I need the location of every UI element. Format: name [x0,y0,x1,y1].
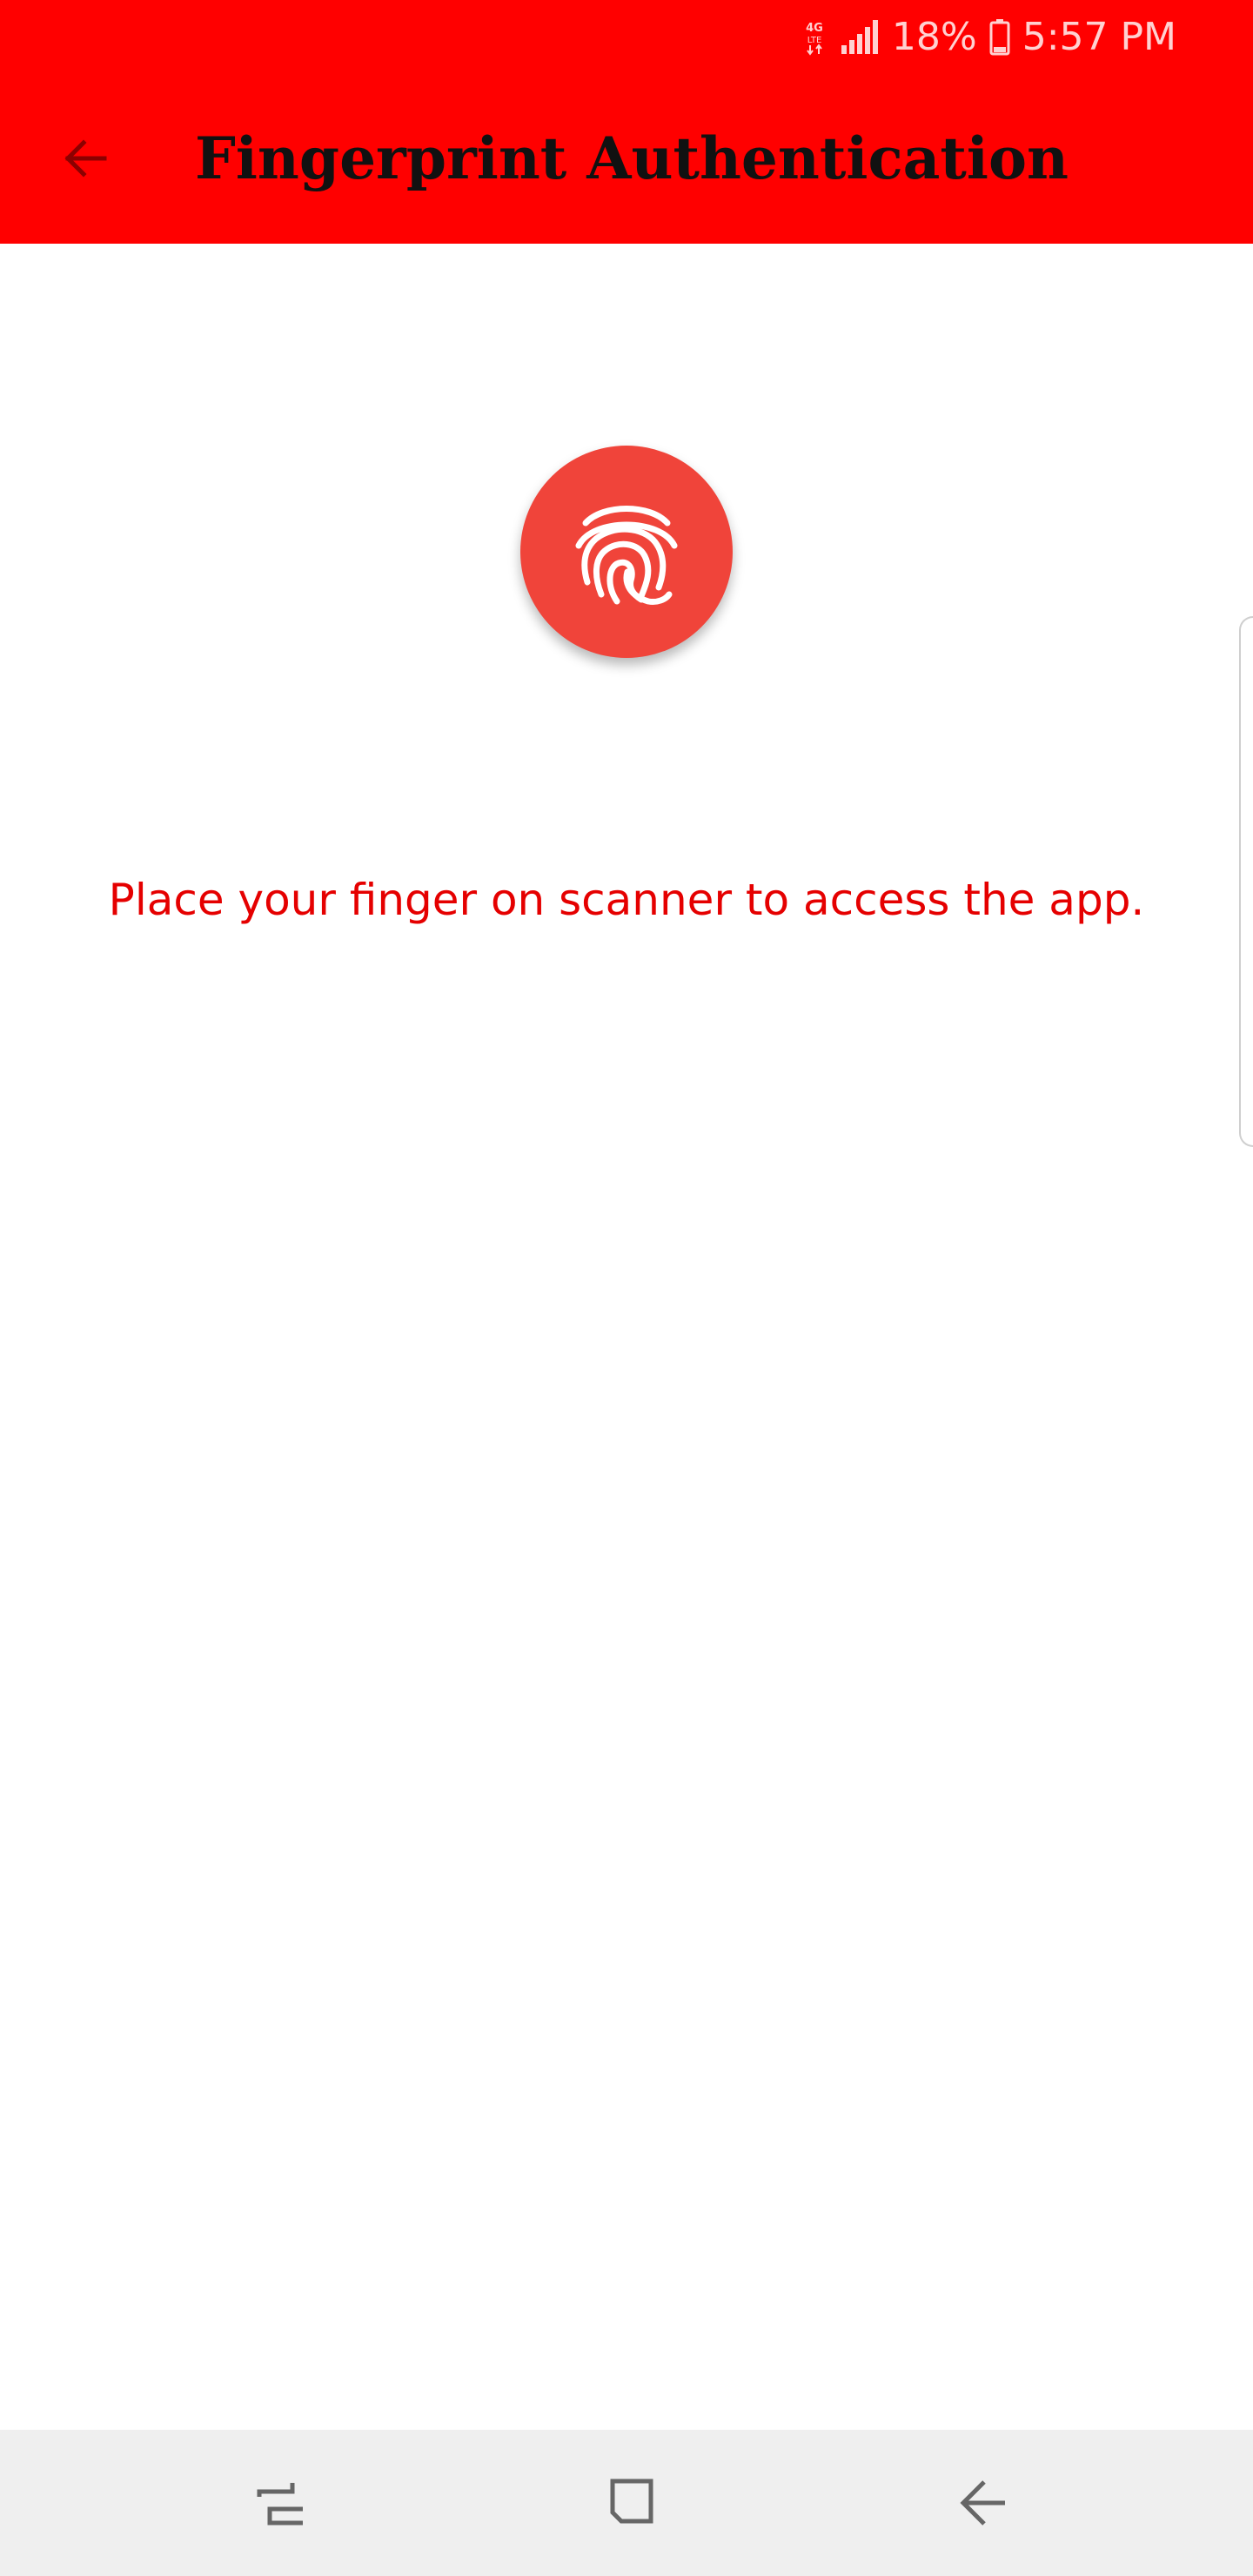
back-icon [960,2480,1005,2526]
svg-text:4G: 4G [806,22,823,35]
signal-icon [840,17,880,56]
fingerprint-icon [575,506,678,605]
app-toolbar: Fingerprint Authentication [0,73,1253,244]
home-button[interactable] [587,2459,674,2546]
edge-panel-handle[interactable] [1239,616,1253,1147]
page-title: Fingerprint Authentication [195,124,1069,192]
app-screen: 4G LTE 18% 5:57 PM Fingerprint Authentic… [0,0,1253,2576]
status-time: 5:57 PM [1022,14,1176,59]
nav-back-button[interactable] [940,2459,1027,2546]
recent-apps-button[interactable] [238,2459,325,2546]
home-icon [610,2479,653,2524]
svg-text:LTE: LTE [807,36,822,45]
recent-apps-icon [257,2483,303,2526]
instruction-text: Place your finger on scanner to access t… [108,875,1145,925]
battery-percent: 18% [891,14,977,59]
fingerprint-button[interactable] [520,446,733,658]
status-icons: 4G LTE 18% 5:57 PM [801,0,1176,73]
status-bar: 4G LTE 18% 5:57 PM [0,0,1253,73]
battery-icon [989,17,1010,56]
navigation-bar [0,2430,1253,2576]
network-4g-icon: 4G LTE [801,17,828,56]
